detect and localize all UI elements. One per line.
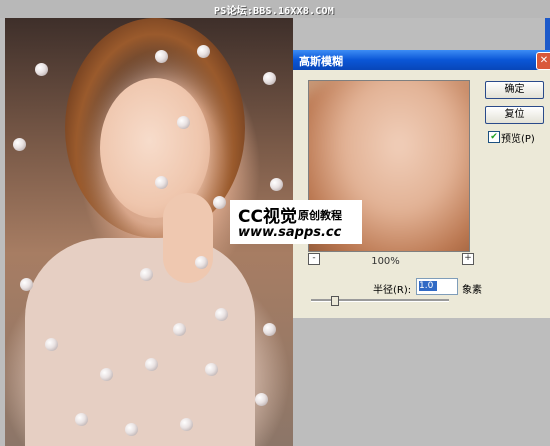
bead-decoration [255, 393, 268, 406]
bead-decoration [205, 363, 218, 376]
zoom-in-button[interactable]: + [462, 253, 474, 265]
watermark-url: www.sapps.cc [238, 225, 342, 240]
bead-decoration [20, 278, 33, 291]
bead-decoration [195, 256, 208, 269]
radius-label: 半径(R): [373, 285, 412, 296]
watermark-brand: CC视觉 [238, 207, 297, 227]
bead-decoration [155, 50, 168, 63]
watermark-tagline: 原创教程 [298, 209, 342, 222]
radius-input[interactable]: 1.0 [416, 278, 458, 295]
top-bar: PS论坛:BBS.16XX8.COM [0, 0, 550, 18]
preview-checkbox[interactable]: ✔ [488, 131, 500, 143]
bead-decoration [197, 45, 210, 58]
radius-slider-thumb[interactable] [331, 296, 339, 306]
dialog-title: 高斯模糊 [299, 55, 343, 68]
photo-dress [25, 238, 255, 446]
radius-value: 1.0 [419, 281, 437, 291]
bead-decoration [270, 178, 283, 191]
bead-decoration [213, 196, 226, 209]
dialog-titlebar[interactable]: 高斯模糊 [293, 50, 550, 70]
zoom-level: 100% [371, 256, 400, 267]
bead-decoration [140, 268, 153, 281]
close-icon[interactable]: ✕ [536, 52, 550, 70]
forum-url-text: PS论坛:BBS.16XX8.COM [214, 6, 334, 17]
watermark-logo: CC视觉 原创教程 www.sapps.cc [230, 200, 362, 244]
bead-decoration [215, 308, 228, 321]
bead-decoration [100, 368, 113, 381]
bead-decoration [155, 176, 168, 189]
gaussian-blur-dialog: 高斯模糊 ✕ - 100% + 确定 复位 ✔ 预览(P) 半径(R): 1.0… [293, 50, 550, 318]
preview-checkbox-label: 预览(P) [501, 134, 535, 145]
reset-button[interactable]: 复位 [485, 106, 544, 124]
bead-decoration [35, 63, 48, 76]
bead-decoration [145, 358, 158, 371]
bead-decoration [177, 116, 190, 129]
bead-decoration [263, 72, 276, 85]
bead-decoration [75, 413, 88, 426]
bead-decoration [125, 423, 138, 436]
ok-button[interactable]: 确定 [485, 81, 544, 99]
bead-decoration [263, 323, 276, 336]
bead-decoration [45, 338, 58, 351]
photo-hand [163, 193, 213, 283]
bead-decoration [180, 418, 193, 431]
radius-unit: 象素 [462, 285, 482, 296]
bead-decoration [13, 138, 26, 151]
bead-decoration [173, 323, 186, 336]
